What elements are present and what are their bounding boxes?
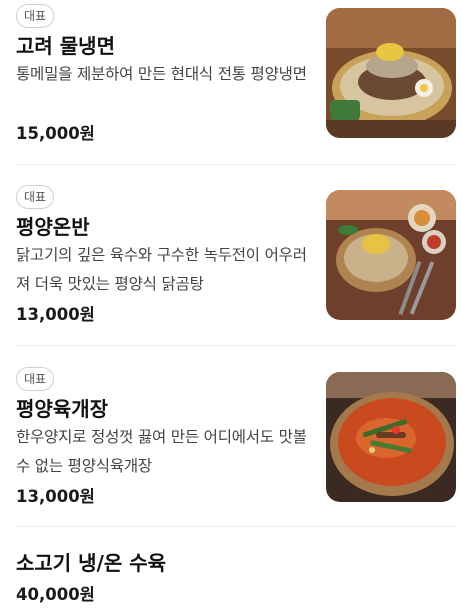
menu-item-yukgaejang[interactable]: 대표 평양육개장 한우양지로 정성껏 끓여 만든 어디에서도 맛볼수 없는 평양… [0,346,462,527]
menu-item-price: 13,000원 [16,305,95,324]
signature-badge: 대표 [16,185,55,209]
signature-badge: 대표 [16,367,55,391]
spicy-beef-soup-photo[interactable] [326,372,456,502]
menu-item-name: 고려 물냉면 [16,34,115,58]
menu-item-description: 닭고기의 깊은 육수와 구수한 녹두전이 어우러져 더욱 맛있는 평양식 닭곰탕 [16,246,307,293]
signature-badge: 대표 [16,4,55,28]
menu-item-name: 평양온반 [16,215,90,239]
chicken-rice-soup-photo[interactable] [326,190,456,320]
menu-item-description: 통메밀을 제분하여 만든 현대식 전통 평양냉면 [16,65,307,83]
menu-item-description: 한우양지로 정성껏 끓여 만든 어디에서도 맛볼수 없는 평양식육개장 [16,428,307,475]
menu-item-price: 13,000원 [16,487,95,506]
menu-item-name: 평양육개장 [16,397,108,421]
menu-item-price: 40,000원 [16,585,95,604]
menu-item-name: 소고기 냉/온 수육 [16,551,167,575]
menu-item-onban[interactable]: 대표 평양온반 닭고기의 깊은 육수와 구수한 녹두전이 어우러져 더욱 맛있는… [0,165,462,346]
cold-noodle-photo[interactable] [326,8,456,138]
menu-list: 대표 고려 물냉면 통메밀을 제분하여 만든 현대식 전통 평양냉면 15,00… [0,0,462,614]
menu-item-price: 15,000원 [16,124,95,143]
menu-item-suyuk[interactable]: 소고기 냉/온 수육 40,000원 [0,527,462,614]
menu-item-cold-noodle[interactable]: 대표 고려 물냉면 통메밀을 제분하여 만든 현대식 전통 평양냉면 15,00… [0,0,462,165]
